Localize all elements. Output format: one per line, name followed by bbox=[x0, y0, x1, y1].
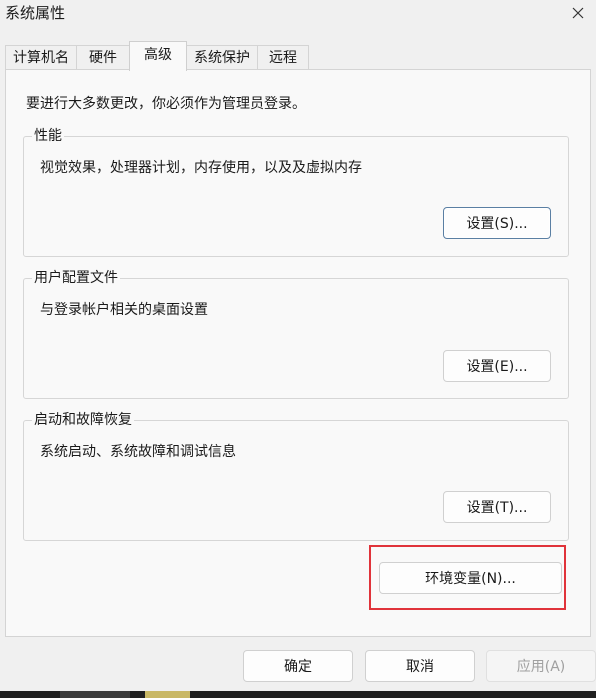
close-icon bbox=[572, 7, 584, 19]
system-properties-window: 系统属性 计算机名 硬件 高级 系统保护 远程 要进行大多数更改，你必须作为管理… bbox=[0, 0, 596, 691]
user-profiles-group: 用户配置文件 与登录帐户相关的桌面设置 设置(E)... bbox=[23, 269, 569, 399]
tab-label: 硬件 bbox=[89, 50, 117, 66]
performance-group: 性能 视觉效果，处理器计划，内存使用，以及及虚拟内存 设置(S)... bbox=[23, 127, 569, 257]
startup-recovery-group: 启动和故障恢复 系统启动、系统故障和调试信息 设置(T)... bbox=[23, 411, 569, 541]
close-button[interactable] bbox=[560, 0, 596, 26]
performance-group-title: 性能 bbox=[32, 127, 64, 145]
background-thumbnail bbox=[60, 691, 130, 698]
ok-button[interactable]: 确定 bbox=[243, 650, 353, 682]
startup-recovery-settings-button[interactable]: 设置(T)... bbox=[443, 491, 551, 523]
title-bar: 系统属性 bbox=[0, 0, 596, 28]
admin-note: 要进行大多数更改，你必须作为管理员登录。 bbox=[26, 96, 306, 112]
tab-label: 计算机名 bbox=[13, 50, 69, 66]
tab-hardware[interactable]: 硬件 bbox=[76, 45, 130, 69]
tab-advanced[interactable]: 高级 bbox=[129, 41, 187, 71]
performance-settings-button[interactable]: 设置(S)... bbox=[443, 207, 551, 239]
user-profiles-description: 与登录帐户相关的桌面设置 bbox=[40, 302, 208, 318]
performance-description: 视觉效果，处理器计划，内存使用，以及及虚拟内存 bbox=[40, 160, 362, 176]
apply-button[interactable]: 应用(A) bbox=[486, 650, 596, 682]
tab-label: 远程 bbox=[269, 50, 297, 66]
tab-remote[interactable]: 远程 bbox=[257, 45, 309, 69]
tab-computer-name[interactable]: 计算机名 bbox=[5, 45, 77, 69]
background-thumbnail bbox=[145, 691, 190, 698]
tab-label: 系统保护 bbox=[194, 50, 250, 66]
highlight-annotation-box bbox=[369, 545, 566, 610]
startup-recovery-description: 系统启动、系统故障和调试信息 bbox=[40, 444, 236, 460]
window-title: 系统属性 bbox=[5, 4, 66, 22]
startup-recovery-group-title: 启动和故障恢复 bbox=[32, 411, 134, 429]
background-strip bbox=[0, 691, 596, 698]
tab-label: 高级 bbox=[144, 47, 172, 63]
user-profiles-group-title: 用户配置文件 bbox=[32, 269, 120, 287]
tab-system-protection[interactable]: 系统保护 bbox=[186, 45, 258, 69]
user-profiles-settings-button[interactable]: 设置(E)... bbox=[443, 350, 551, 382]
cancel-button[interactable]: 取消 bbox=[365, 650, 475, 682]
